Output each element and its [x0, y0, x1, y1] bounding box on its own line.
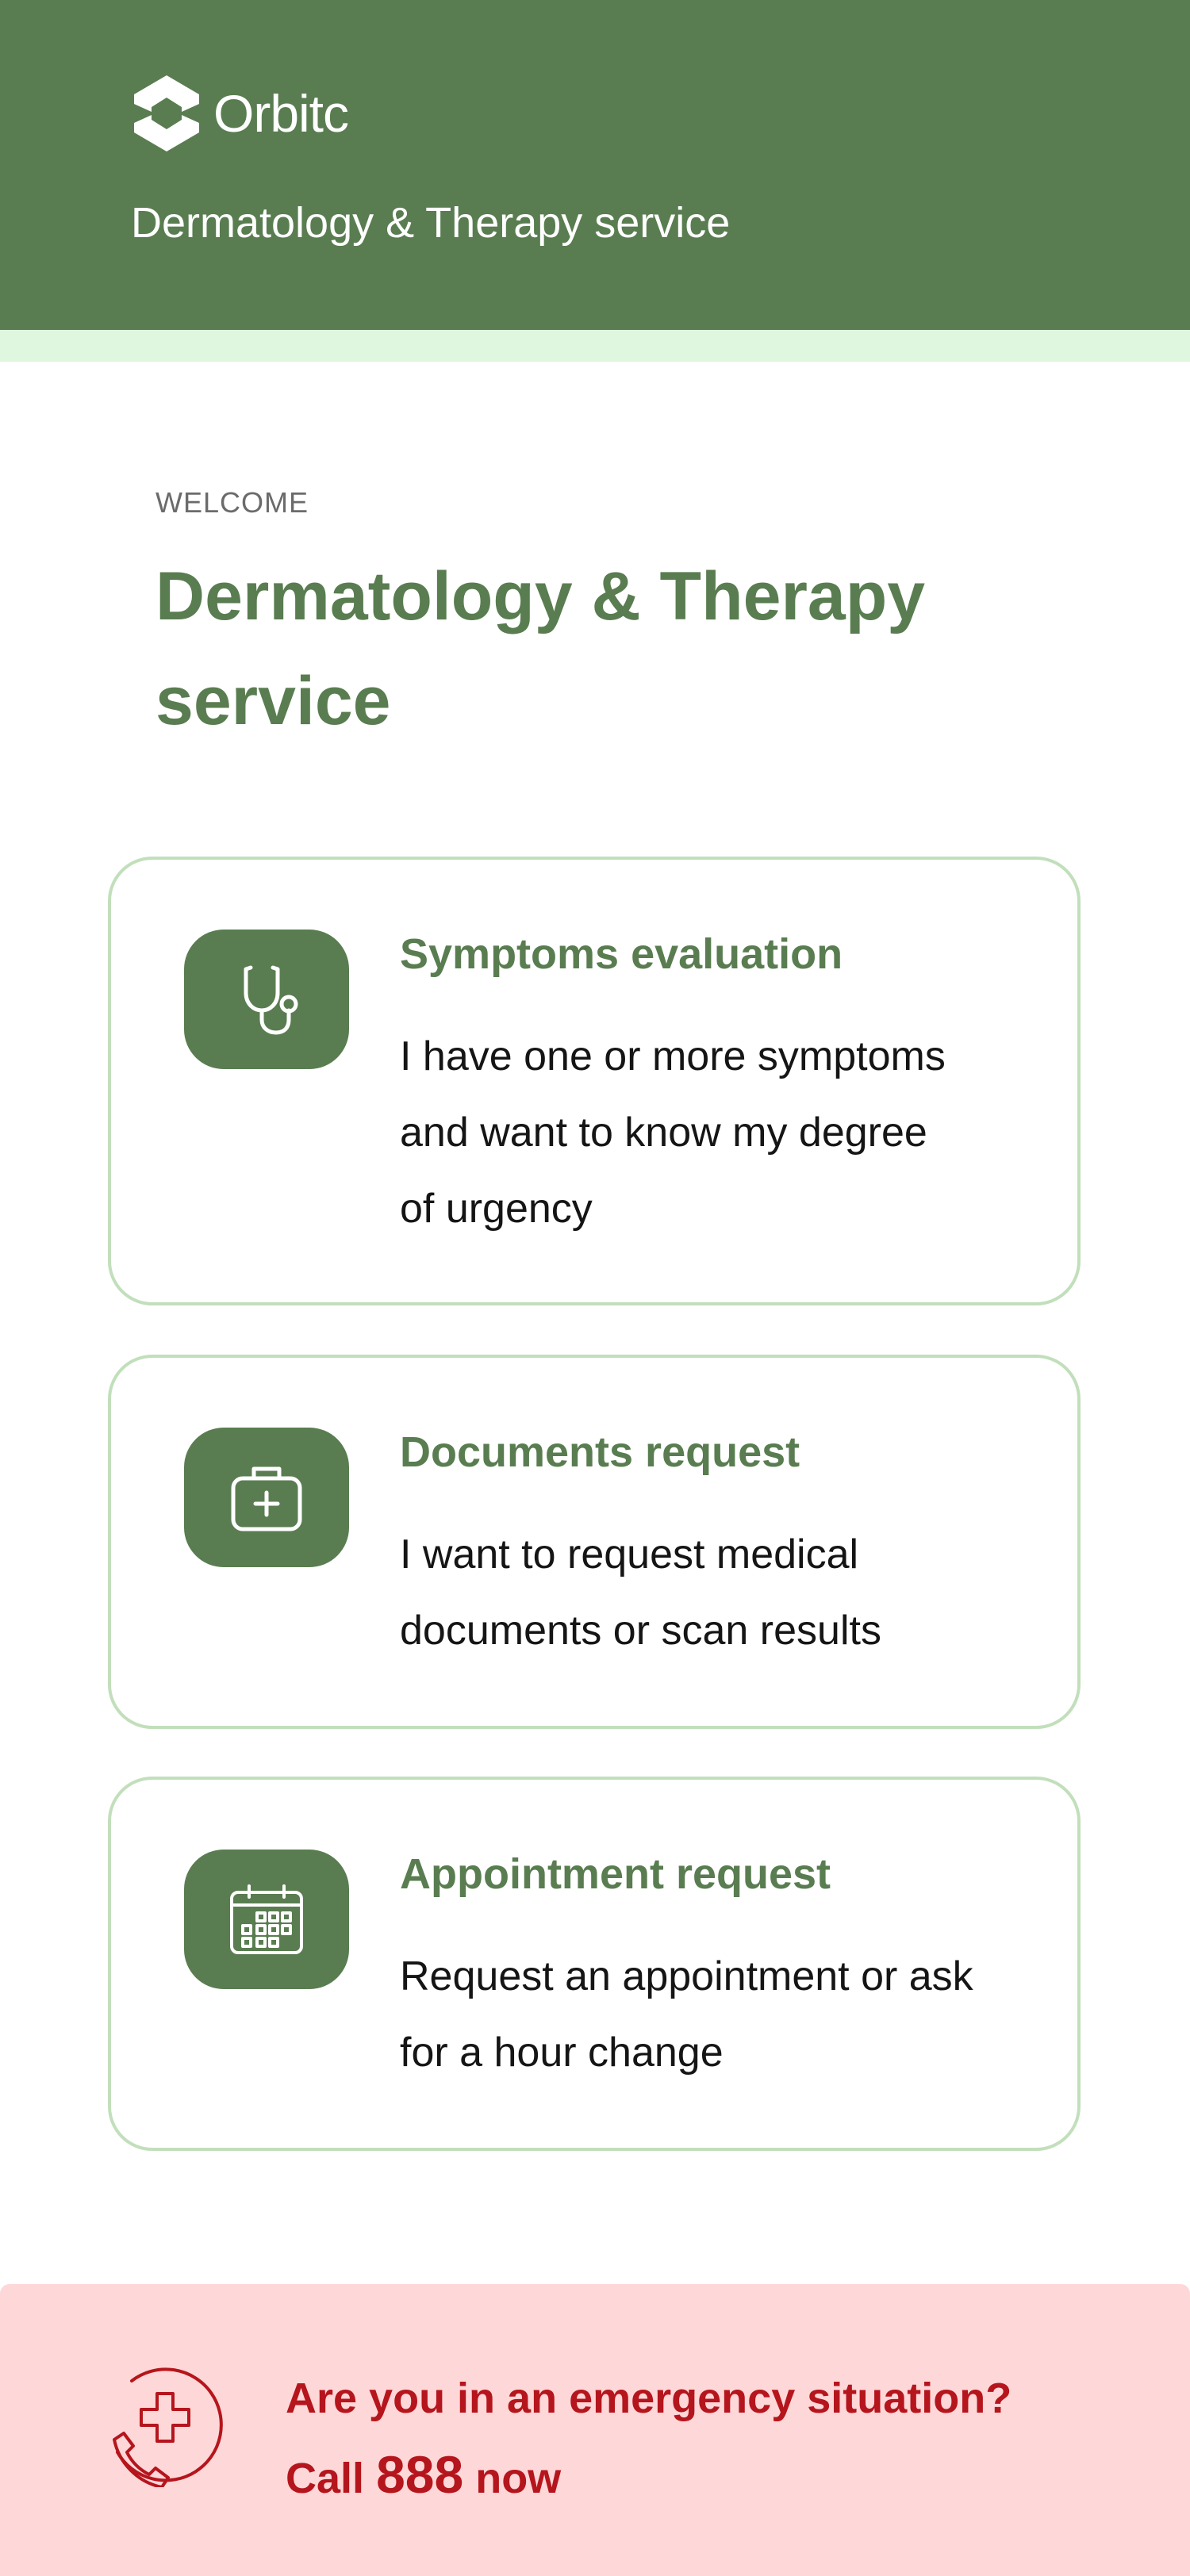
card-description-line: Request an appointment or ask — [400, 1953, 973, 1999]
card-description-line: and want to know my degree — [400, 1110, 927, 1156]
brand-name: Orbitc — [213, 84, 349, 143]
card-description: I want to request medical documents or s… — [400, 1516, 1035, 1669]
page-title: Dermatology & Therapy service — [155, 558, 926, 739]
emergency-phone-number[interactable]: 888 — [376, 2445, 463, 2504]
card-icon-tile — [184, 930, 349, 1069]
card-icon-tile — [184, 1428, 349, 1567]
emergency-message: Are you in an emergency situation? Call … — [286, 2360, 1012, 2517]
emergency-call-suffix: now — [475, 2455, 562, 2502]
card-description-line: I have one or more symptoms — [400, 1033, 946, 1079]
card-title: Appointment request — [400, 1850, 831, 1898]
header-subtitle: Dermatology & Therapy service — [131, 199, 731, 247]
card-title: Documents request — [400, 1428, 800, 1476]
welcome-label: WELCOME — [155, 486, 309, 519]
card-description-line: documents or scan results — [400, 1608, 881, 1654]
card-icon-tile — [184, 1850, 349, 1989]
card-title: Symptoms evaluation — [400, 930, 843, 978]
card-description-line: I want to request medical — [400, 1531, 859, 1577]
card-description-line: of urgency — [400, 1186, 593, 1232]
card-description: I have one or more symptoms and want to … — [400, 1018, 1035, 1247]
emergency-phone-icon — [113, 2367, 223, 2487]
header-accent-strip — [0, 330, 1190, 362]
card-description-line: for a hour change — [400, 2030, 724, 2076]
stethoscope-icon — [244, 965, 298, 1035]
orbitc-logo-icon — [134, 75, 199, 151]
card-description: Request an appointment or ask for a hour… — [400, 1938, 1035, 2091]
documents-request-card[interactable]: Documents request I want to request medi… — [108, 1355, 1081, 1729]
emergency-banner[interactable]: Are you in an emergency situation? Call … — [0, 2284, 1190, 2576]
appointment-request-card[interactable]: Appointment request Request an appointme… — [108, 1777, 1081, 2151]
calendar-icon — [230, 1884, 303, 1954]
symptoms-evaluation-card[interactable]: Symptoms evaluation I have one or more s… — [108, 857, 1081, 1305]
emergency-call-prefix: Call — [286, 2455, 365, 2502]
medical-bag-icon — [231, 1466, 302, 1531]
app-header: Orbitc Dermatology & Therapy service — [0, 0, 1190, 330]
brand-logo: Orbitc — [131, 73, 349, 154]
emergency-question: Are you in an emergency situation? — [286, 2375, 1012, 2422]
emergency-call-line: Call 888 now — [286, 2436, 1012, 2517]
